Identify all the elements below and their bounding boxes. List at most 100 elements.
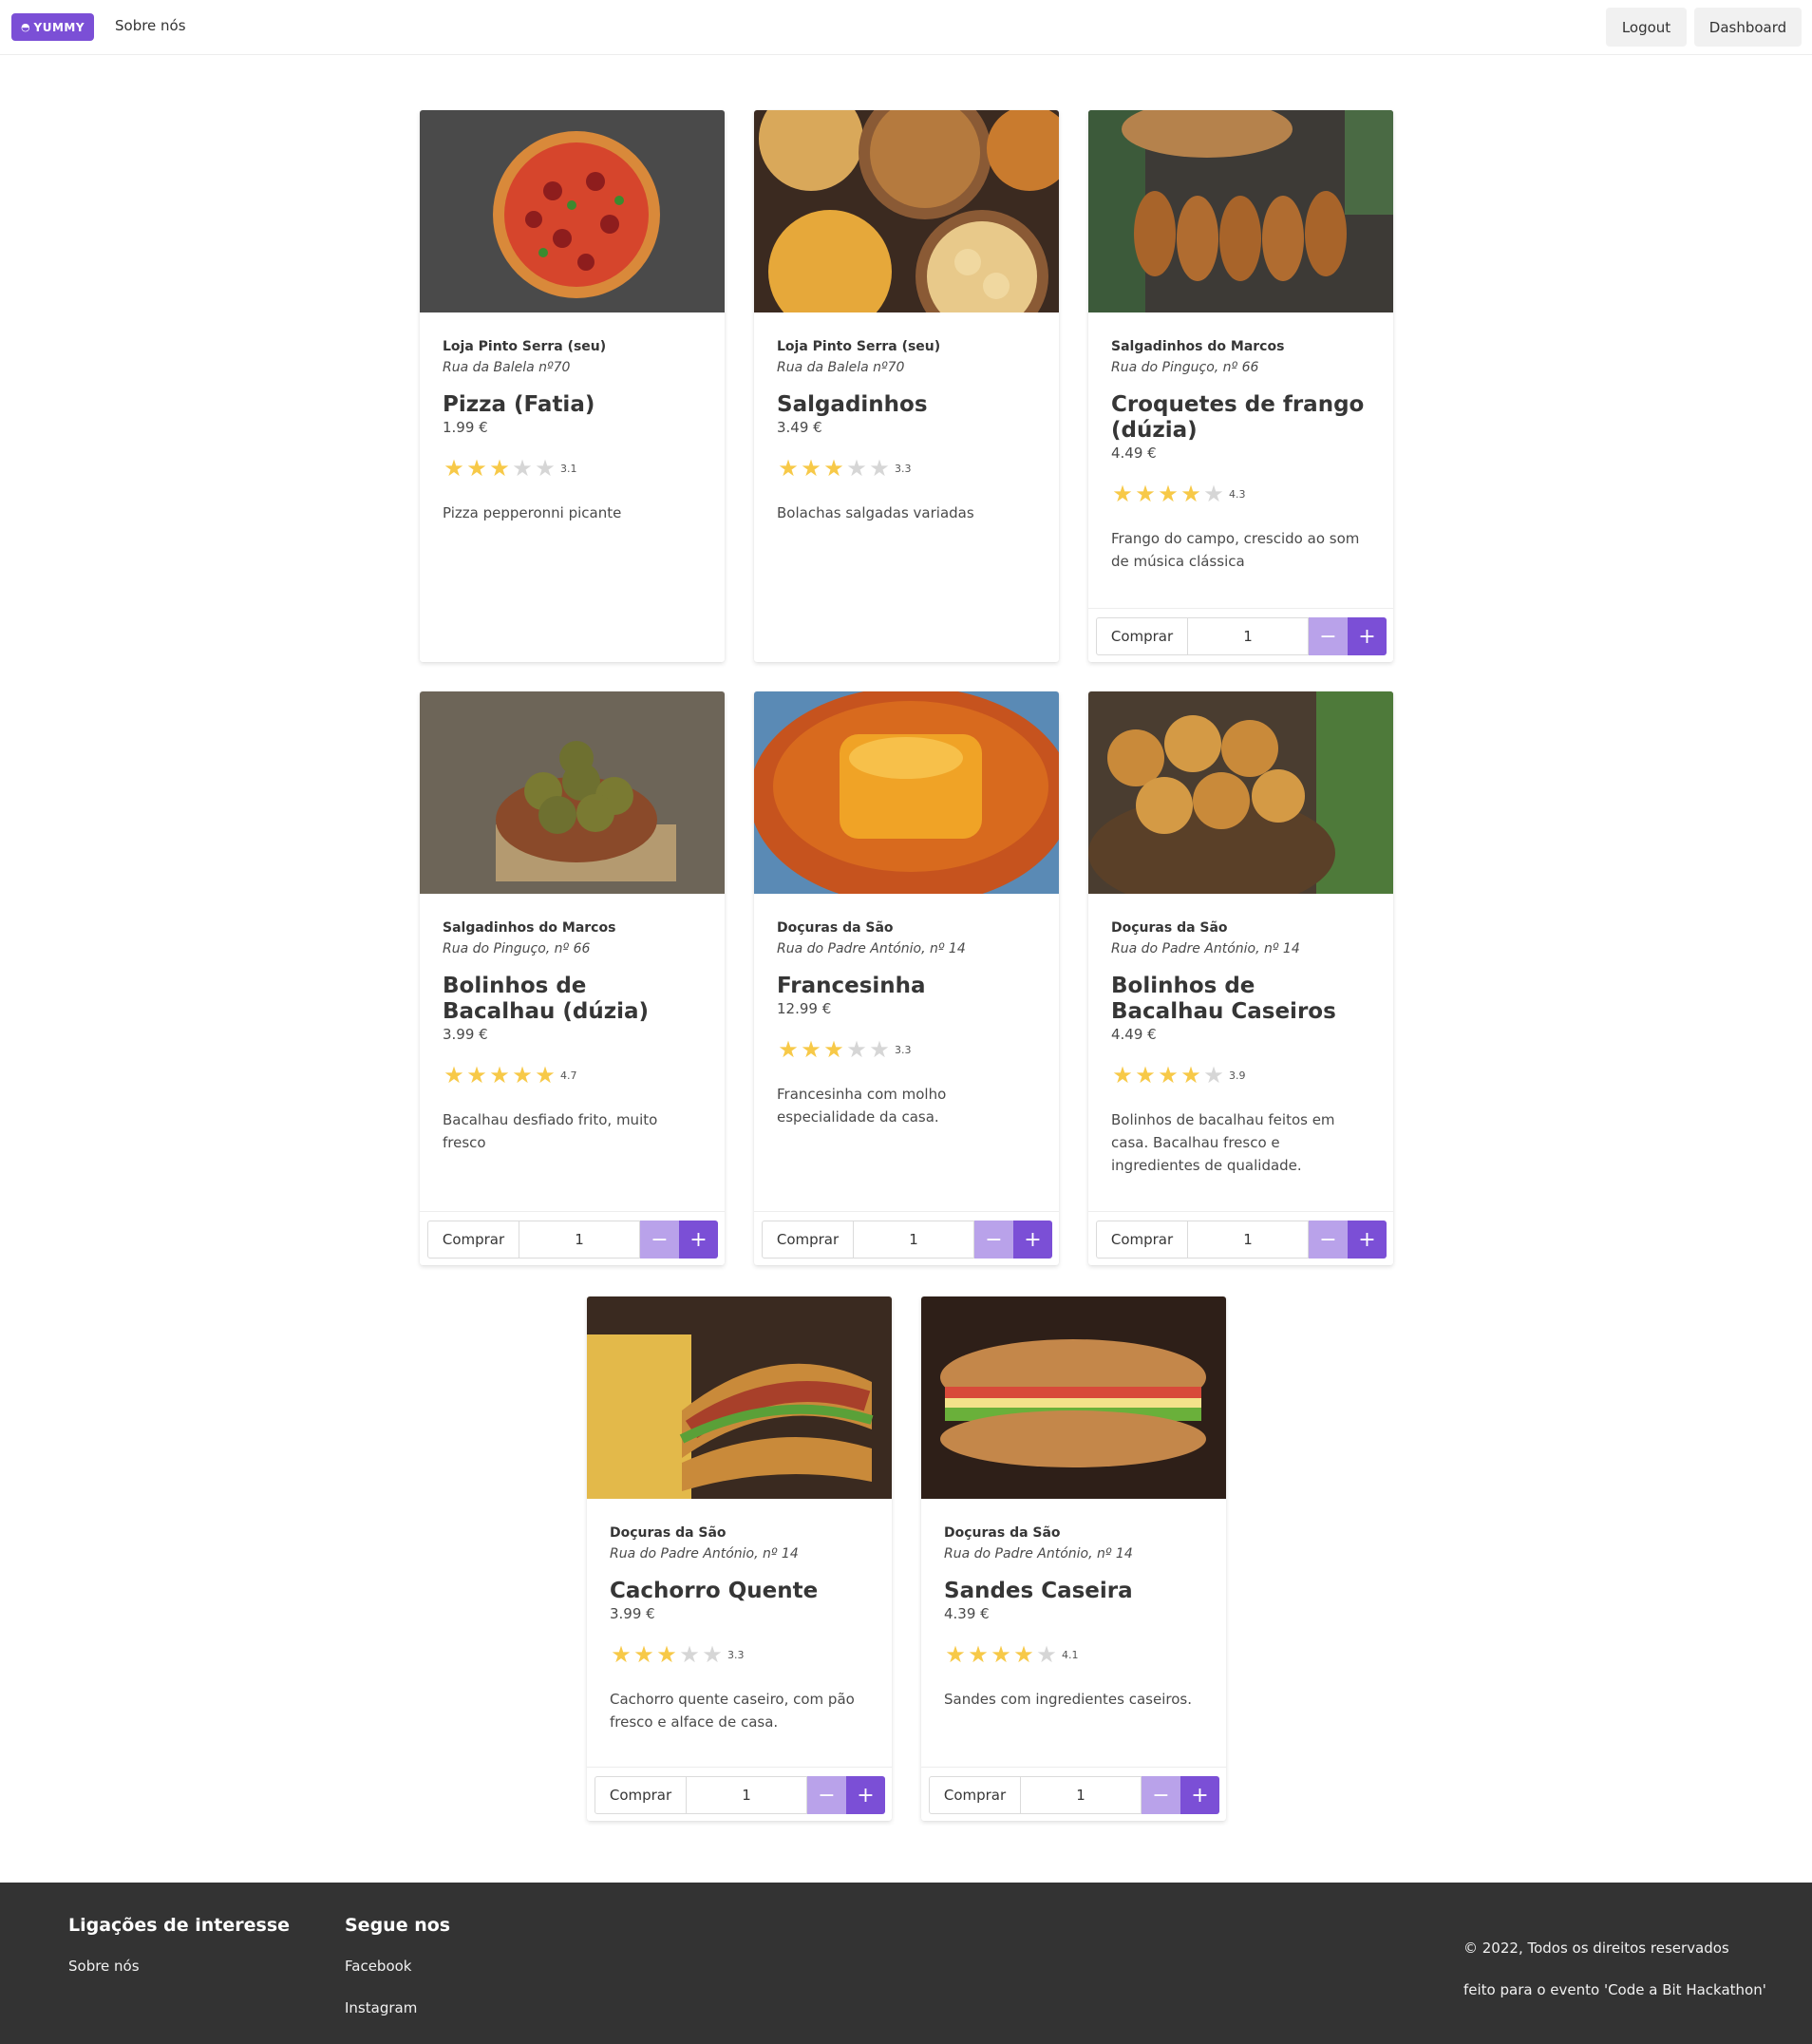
product-description: Bacalhau desfiado frito, muito fresco xyxy=(443,1111,658,1151)
footer-link-about[interactable]: Sobre nós xyxy=(68,1958,140,1975)
yummy-logo[interactable]: ◓ YUMMY xyxy=(11,13,94,41)
buy-button[interactable]: Comprar xyxy=(762,1221,854,1259)
rating-value: 3.3 xyxy=(895,462,912,475)
logout-button[interactable]: Logout xyxy=(1606,8,1687,47)
star-icon[interactable]: ★ xyxy=(845,457,868,480)
card-body: Salgadinhos do Marcos Rua do Pinguço, nº… xyxy=(420,894,725,1154)
rating-value: 3.3 xyxy=(727,1648,745,1661)
star-icon[interactable]: ★ xyxy=(1157,483,1180,505)
star-icon[interactable]: ★ xyxy=(944,1643,967,1666)
logo-icon: ◓ xyxy=(20,21,30,33)
star-icon[interactable]: ★ xyxy=(443,1064,465,1087)
buy-group: Comprar − + xyxy=(427,1221,718,1259)
product-image xyxy=(587,1296,892,1499)
quantity-input[interactable] xyxy=(1188,617,1309,655)
star-icon[interactable]: ★ xyxy=(1202,483,1225,505)
card-footer: Comprar − + xyxy=(420,1211,725,1265)
shop-address: Rua do Padre António, nº 14 xyxy=(610,1546,799,1561)
decrement-button[interactable]: − xyxy=(807,1776,846,1814)
footer-link-facebook[interactable]: Facebook xyxy=(345,1958,411,1975)
quantity-input[interactable] xyxy=(1188,1221,1309,1259)
star-icon[interactable]: ★ xyxy=(1134,483,1157,505)
star-icon[interactable]: ★ xyxy=(488,457,511,480)
decrement-button[interactable]: − xyxy=(974,1221,1013,1259)
product-price: 12.99 € xyxy=(777,1000,832,1017)
nav-link-about[interactable]: Sobre nós xyxy=(115,17,186,34)
card-footer: Comprar − + xyxy=(587,1767,892,1821)
star-icon[interactable]: ★ xyxy=(868,457,891,480)
star-icon[interactable]: ★ xyxy=(967,1643,990,1666)
product-name: Croquetes de frango (dúzia) xyxy=(1111,392,1365,443)
buy-button[interactable]: Comprar xyxy=(1096,617,1188,655)
star-icon[interactable]: ★ xyxy=(1157,1064,1180,1087)
star-icon[interactable]: ★ xyxy=(822,457,845,480)
decrement-button[interactable]: − xyxy=(640,1221,679,1259)
increment-button[interactable]: + xyxy=(846,1776,885,1814)
buy-button[interactable]: Comprar xyxy=(1096,1221,1188,1259)
star-icon[interactable]: ★ xyxy=(1111,1064,1134,1087)
product-card: Loja Pinto Serra (seu) Rua da Balela nº7… xyxy=(420,110,725,662)
star-icon[interactable]: ★ xyxy=(845,1038,868,1061)
shop-address: Rua do Padre António, nº 14 xyxy=(777,941,966,956)
rating-value: 4.3 xyxy=(1229,487,1246,501)
star-icon[interactable]: ★ xyxy=(511,457,534,480)
increment-button[interactable]: + xyxy=(679,1221,718,1259)
star-icon[interactable]: ★ xyxy=(1202,1064,1225,1087)
quantity-input[interactable] xyxy=(519,1221,640,1259)
increment-button[interactable]: + xyxy=(1180,1776,1219,1814)
shop-address: Rua da Balela nº70 xyxy=(777,360,905,375)
star-icon[interactable]: ★ xyxy=(610,1643,632,1666)
star-icon[interactable]: ★ xyxy=(1180,483,1202,505)
star-icon[interactable]: ★ xyxy=(800,457,822,480)
buy-button[interactable]: Comprar xyxy=(427,1221,519,1259)
decrement-button[interactable]: − xyxy=(1142,1776,1180,1814)
buy-button[interactable]: Comprar xyxy=(595,1776,687,1814)
star-icon[interactable]: ★ xyxy=(534,1064,557,1087)
shop-name: Loja Pinto Serra (seu) xyxy=(777,339,941,354)
dashboard-button[interactable]: Dashboard xyxy=(1694,8,1802,47)
star-icon[interactable]: ★ xyxy=(465,457,488,480)
quantity-input[interactable] xyxy=(1021,1776,1142,1814)
star-icon[interactable]: ★ xyxy=(1035,1643,1058,1666)
product-price: 4.49 € xyxy=(1111,445,1157,462)
star-icon[interactable]: ★ xyxy=(632,1643,655,1666)
star-icon[interactable]: ★ xyxy=(777,457,800,480)
rating: ★ ★ ★ ★ ★ 4.1 xyxy=(944,1642,1203,1667)
shop-name: Doçuras da São xyxy=(610,1525,727,1541)
star-icon[interactable]: ★ xyxy=(1012,1643,1035,1666)
star-icon[interactable]: ★ xyxy=(777,1038,800,1061)
decrement-button[interactable]: − xyxy=(1309,617,1348,655)
product-price: 4.39 € xyxy=(944,1605,990,1622)
rating: ★ ★ ★ ★ ★ 4.7 xyxy=(443,1063,702,1088)
footer-link-instagram[interactable]: Instagram xyxy=(345,1999,417,2016)
logo-text: YUMMY xyxy=(33,20,85,34)
star-icon[interactable]: ★ xyxy=(443,457,465,480)
star-icon[interactable]: ★ xyxy=(655,1643,678,1666)
star-icon[interactable]: ★ xyxy=(800,1038,822,1061)
rating-value: 3.9 xyxy=(1229,1069,1246,1082)
star-icon[interactable]: ★ xyxy=(1134,1064,1157,1087)
increment-button[interactable]: + xyxy=(1348,617,1387,655)
quantity-input[interactable] xyxy=(854,1221,974,1259)
increment-button[interactable]: + xyxy=(1013,1221,1052,1259)
shop-address: Rua do Pinguço, nº 66 xyxy=(443,941,591,956)
star-icon[interactable]: ★ xyxy=(701,1643,724,1666)
star-icon[interactable]: ★ xyxy=(465,1064,488,1087)
star-icon[interactable]: ★ xyxy=(990,1643,1012,1666)
increment-button[interactable]: + xyxy=(1348,1221,1387,1259)
star-icon[interactable]: ★ xyxy=(511,1064,534,1087)
buy-button[interactable]: Comprar xyxy=(929,1776,1021,1814)
star-icon[interactable]: ★ xyxy=(534,457,557,480)
footer-follow-heading: Segue nos xyxy=(345,1915,451,1936)
star-icon[interactable]: ★ xyxy=(488,1064,511,1087)
star-icon[interactable]: ★ xyxy=(678,1643,701,1666)
decrement-button[interactable]: − xyxy=(1309,1221,1348,1259)
star-icon[interactable]: ★ xyxy=(1180,1064,1202,1087)
star-icon[interactable]: ★ xyxy=(822,1038,845,1061)
product-description: Bolachas salgadas variadas xyxy=(777,504,974,521)
quantity-input[interactable] xyxy=(687,1776,807,1814)
star-icon[interactable]: ★ xyxy=(1111,483,1134,505)
shop-address: Rua da Balela nº70 xyxy=(443,360,571,375)
product-price: 3.99 € xyxy=(443,1026,488,1043)
star-icon[interactable]: ★ xyxy=(868,1038,891,1061)
